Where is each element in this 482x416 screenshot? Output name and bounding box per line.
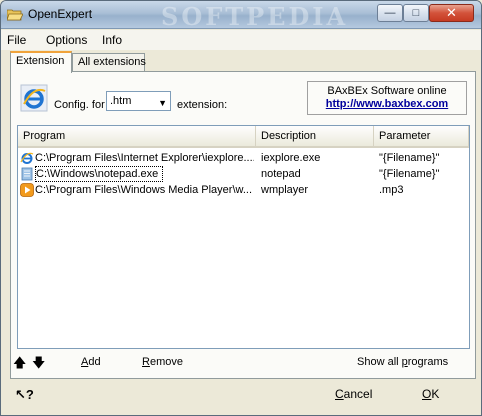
program-description: iexplore.exe	[261, 152, 321, 164]
minimize-button[interactable]: —	[377, 4, 403, 22]
extension-select[interactable]: .htm ▼	[106, 91, 171, 111]
program-parameter: "{Filename}"	[379, 152, 440, 164]
column-parameter[interactable]: Parameter	[374, 126, 469, 146]
close-button[interactable]: ✕	[429, 4, 474, 22]
help-pointer-icon[interactable]: ↖?	[15, 387, 34, 403]
cancel-hotkey: C	[335, 387, 344, 401]
website-link[interactable]: http://www.baxbex.com	[308, 98, 466, 110]
menu-info[interactable]: Info	[102, 33, 122, 47]
online-box: BAxBEx Software online http://www.baxbex…	[307, 81, 467, 115]
app-window: OpenExpert SOFTPEDIA — □ ✕ File Options …	[0, 0, 482, 416]
show-all-label-start: Show all	[357, 356, 402, 368]
internet-explorer-icon	[20, 84, 48, 112]
watermark-logo: SOFTPEDIA	[161, 2, 349, 31]
help-glyph: ?	[25, 387, 34, 402]
internet-explorer-icon	[20, 152, 34, 164]
column-description[interactable]: Description	[256, 126, 374, 146]
program-parameter: "{Filename}"	[379, 168, 440, 180]
menu-options[interactable]: Options	[46, 33, 87, 47]
ok-button[interactable]: OK	[422, 387, 439, 401]
tab-extension[interactable]: Extension	[10, 51, 72, 73]
menu-file[interactable]: File	[7, 33, 26, 47]
tab-all-extensions[interactable]: All extensions	[72, 53, 146, 72]
show-all-programs-button[interactable]: Show all programs	[357, 356, 448, 368]
extension-select-value: .htm	[110, 95, 132, 107]
table-row[interactable]: C:\Program Files\Windows Media Player\w.…	[18, 182, 469, 198]
program-path: C:\Program Files\Windows Media Player\w.…	[35, 184, 253, 196]
program-description: notepad	[261, 168, 301, 180]
remove-button[interactable]: Remove	[142, 356, 183, 368]
program-parameter: .mp3	[379, 184, 404, 196]
program-description: wmplayer	[261, 184, 309, 196]
folder-open-icon	[7, 9, 23, 21]
program-path: C:\Program Files\Internet Explorer\iexpl…	[35, 152, 254, 164]
cancel-label: ancel	[343, 387, 373, 401]
remove-hotkey: R	[142, 356, 150, 368]
title-bar[interactable]: OpenExpert SOFTPEDIA — □ ✕	[1, 1, 481, 31]
ok-hotkey: O	[422, 387, 432, 401]
extension-label: extension:	[177, 99, 228, 111]
table-row[interactable]: C:\Program Files\Internet Explorer\iexpl…	[18, 150, 469, 166]
extension-panel: Config. for .htm ▼ extension: BAxBEx Sof…	[10, 71, 476, 379]
list-header: Program Description Parameter	[18, 126, 469, 148]
online-title: BAxBEx Software online	[327, 85, 447, 97]
cancel-button[interactable]: Cancel	[335, 387, 372, 401]
table-row[interactable]: C:\Windows\notepad.exe notepad "{Filenam…	[18, 166, 469, 182]
move-down-icon[interactable]: 🡇	[32, 354, 46, 370]
maximize-button[interactable]: □	[403, 4, 429, 22]
menu-bar: File Options Info	[1, 30, 481, 50]
column-program[interactable]: Program	[18, 126, 256, 146]
config-label: Config. for	[54, 99, 105, 111]
show-all-label-end: rograms	[407, 356, 449, 368]
remove-label: emove	[149, 356, 183, 368]
ok-label: K	[431, 387, 440, 401]
window-title: OpenExpert	[28, 7, 93, 21]
notepad-icon	[21, 167, 33, 181]
add-label: dd	[88, 356, 101, 368]
move-up-icon[interactable]: 🡅	[13, 354, 27, 370]
chevron-down-icon[interactable]: ▼	[158, 94, 167, 112]
media-player-icon	[20, 183, 34, 197]
add-button[interactable]: Add	[81, 356, 101, 368]
program-list[interactable]: Program Description Parameter C:\Program…	[17, 125, 470, 349]
program-path: C:\Windows\notepad.exe	[35, 166, 163, 182]
